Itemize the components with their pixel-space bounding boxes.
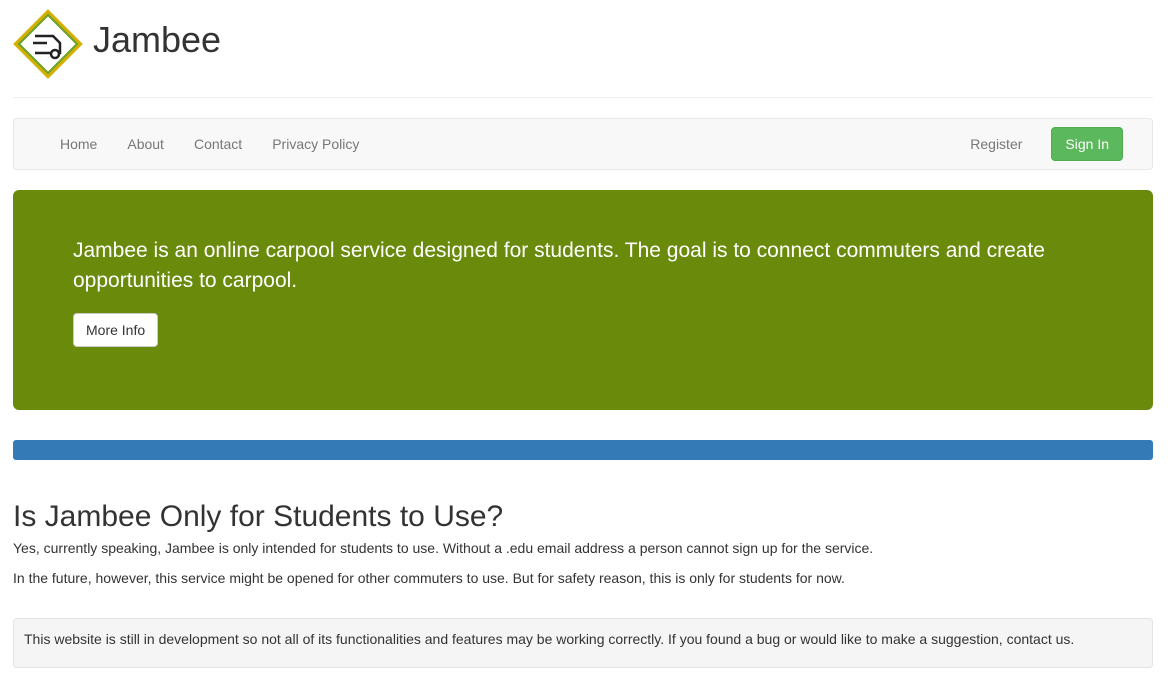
car-logo-icon[interactable] bbox=[13, 9, 83, 79]
brand-title[interactable]: Jambee bbox=[93, 22, 221, 58]
development-notice: This website is still in development so … bbox=[13, 618, 1153, 668]
nav-account: Register Sign In bbox=[970, 119, 1123, 169]
nav-privacy-link[interactable]: Privacy Policy bbox=[257, 136, 374, 152]
nav-home-link[interactable]: Home bbox=[45, 136, 112, 152]
faq-paragraph: In the future, however, this service mig… bbox=[13, 570, 845, 586]
faq-title: Is Jambee Only for Students to Use? bbox=[13, 500, 504, 533]
hero-text: Jambee is an online carpool service desi… bbox=[73, 239, 1045, 292]
blue-divider-bar bbox=[13, 440, 1153, 460]
notice-text: This website is still in development so … bbox=[24, 631, 1075, 647]
hero-jumbotron: Jambee is an online carpool service desi… bbox=[13, 190, 1153, 410]
nav-links: Home About Contact Privacy Policy bbox=[45, 119, 374, 169]
more-info-button[interactable]: More Info bbox=[73, 313, 159, 347]
header-divider bbox=[13, 97, 1153, 98]
nav-about-link[interactable]: About bbox=[112, 136, 179, 152]
navbar: Home About Contact Privacy Policy Regist… bbox=[13, 118, 1153, 170]
faq-paragraph: Yes, currently speaking, Jambee is only … bbox=[13, 540, 874, 556]
site-header: Jambee bbox=[13, 8, 221, 80]
nav-contact-link[interactable]: Contact bbox=[179, 136, 257, 152]
register-link[interactable]: Register bbox=[970, 136, 1022, 152]
sign-in-button[interactable]: Sign In bbox=[1051, 127, 1123, 161]
